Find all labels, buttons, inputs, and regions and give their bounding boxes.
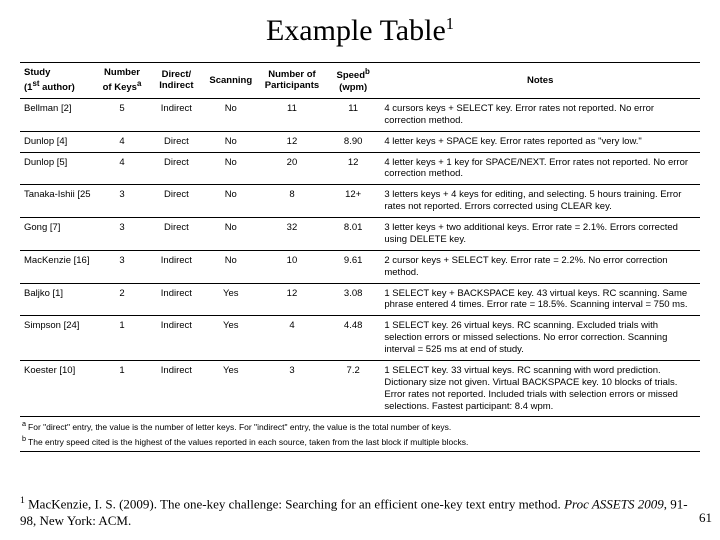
cell-di: Indirect (149, 250, 203, 283)
cell-scan: Yes (204, 283, 258, 316)
cell-notes: 1 SELECT key. 33 virtual keys. RC scanni… (380, 360, 700, 417)
cell-keys: 3 (95, 218, 149, 251)
cell-keys: 2 (95, 283, 149, 316)
cell-notes: 4 letter keys + 1 key for SPACE/NEXT. Er… (380, 152, 700, 185)
cell-part: 10 (258, 250, 326, 283)
cell-notes: 4 letter keys + SPACE key. Error rates r… (380, 131, 700, 152)
th-part: Number of Participants (258, 63, 326, 99)
th-speed: Speedb(wpm) (326, 63, 380, 99)
cell-study: Simpson [24] (20, 316, 95, 361)
table-row: Bellman [2]5IndirectNo11114 cursors keys… (20, 98, 700, 131)
cell-keys: 1 (95, 316, 149, 361)
cell-speed: 8.90 (326, 131, 380, 152)
cell-study: Dunlop [4] (20, 131, 95, 152)
table-row: Dunlop [5]4DirectNo20124 letter keys + 1… (20, 152, 700, 185)
cell-scan: No (204, 152, 258, 185)
cell-di: Direct (149, 185, 203, 218)
cell-part: 8 (258, 185, 326, 218)
cell-di: Direct (149, 131, 203, 152)
th-study: Study (1st author) (20, 63, 95, 99)
cell-di: Indirect (149, 283, 203, 316)
th-keys: Number of Keysa (95, 63, 149, 99)
table-footnotes: a For "direct" entry, the value is the n… (20, 417, 700, 452)
cell-di: Direct (149, 218, 203, 251)
cell-study: Koester [10] (20, 360, 95, 417)
cell-study: Bellman [2] (20, 98, 95, 131)
cell-part: 3 (258, 360, 326, 417)
table-row: Dunlop [4]4DirectNo128.904 letter keys +… (20, 131, 700, 152)
cell-speed: 8.01 (326, 218, 380, 251)
cell-di: Indirect (149, 316, 203, 361)
cell-study: MacKenzie [16] (20, 250, 95, 283)
cell-study: Tanaka-Ishii [25 (20, 185, 95, 218)
cell-keys: 3 (95, 185, 149, 218)
th-notes: Notes (380, 63, 700, 99)
citation: 1 MacKenzie, I. S. (2009). The one-key c… (20, 495, 690, 530)
cell-speed: 9.61 (326, 250, 380, 283)
th-di: Direct/ Indirect (149, 63, 203, 99)
cell-keys: 4 (95, 152, 149, 185)
cell-part: 11 (258, 98, 326, 131)
cell-scan: Yes (204, 360, 258, 417)
cell-speed: 7.2 (326, 360, 380, 417)
cell-keys: 4 (95, 131, 149, 152)
cell-part: 4 (258, 316, 326, 361)
cell-scan: No (204, 131, 258, 152)
table-row: Baljko [1]2IndirectYes123.081 SELECT key… (20, 283, 700, 316)
cell-study: Gong [7] (20, 218, 95, 251)
slide-title: Example Table1 (20, 14, 700, 48)
table-row: Gong [7]3DirectNo328.013 letter keys + t… (20, 218, 700, 251)
cell-part: 20 (258, 152, 326, 185)
table-row: Tanaka-Ishii [253DirectNo812+3 letters k… (20, 185, 700, 218)
cell-notes: 1 SELECT key. 26 virtual keys. RC scanni… (380, 316, 700, 361)
cell-scan: No (204, 185, 258, 218)
cell-di: Indirect (149, 360, 203, 417)
cell-notes: 3 letters keys + 4 keys for editing, and… (380, 185, 700, 218)
example-table: Study (1st author) Number of Keysa Direc… (20, 62, 700, 417)
cell-keys: 5 (95, 98, 149, 131)
cell-speed: 12 (326, 152, 380, 185)
page-number: 61 (699, 510, 712, 526)
cell-di: Direct (149, 152, 203, 185)
cell-notes: 2 cursor keys + SELECT key. Error rate =… (380, 250, 700, 283)
cell-study: Baljko [1] (20, 283, 95, 316)
cell-scan: No (204, 98, 258, 131)
cell-speed: 12+ (326, 185, 380, 218)
cell-study: Dunlop [5] (20, 152, 95, 185)
cell-di: Indirect (149, 98, 203, 131)
cell-keys: 3 (95, 250, 149, 283)
cell-scan: No (204, 218, 258, 251)
cell-part: 12 (258, 131, 326, 152)
cell-scan: No (204, 250, 258, 283)
cell-scan: Yes (204, 316, 258, 361)
cell-keys: 1 (95, 360, 149, 417)
cell-notes: 3 letter keys + two additional keys. Err… (380, 218, 700, 251)
cell-speed: 11 (326, 98, 380, 131)
table-row: Koester [10]1IndirectYes37.21 SELECT key… (20, 360, 700, 417)
cell-speed: 3.08 (326, 283, 380, 316)
table-row: Simpson [24]1IndirectYes44.481 SELECT ke… (20, 316, 700, 361)
table-row: MacKenzie [16]3IndirectNo109.612 cursor … (20, 250, 700, 283)
cell-notes: 1 SELECT key + BACKSPACE key. 43 virtual… (380, 283, 700, 316)
cell-part: 32 (258, 218, 326, 251)
th-scan: Scanning (204, 63, 258, 99)
cell-part: 12 (258, 283, 326, 316)
cell-notes: 4 cursors keys + SELECT key. Error rates… (380, 98, 700, 131)
cell-speed: 4.48 (326, 316, 380, 361)
